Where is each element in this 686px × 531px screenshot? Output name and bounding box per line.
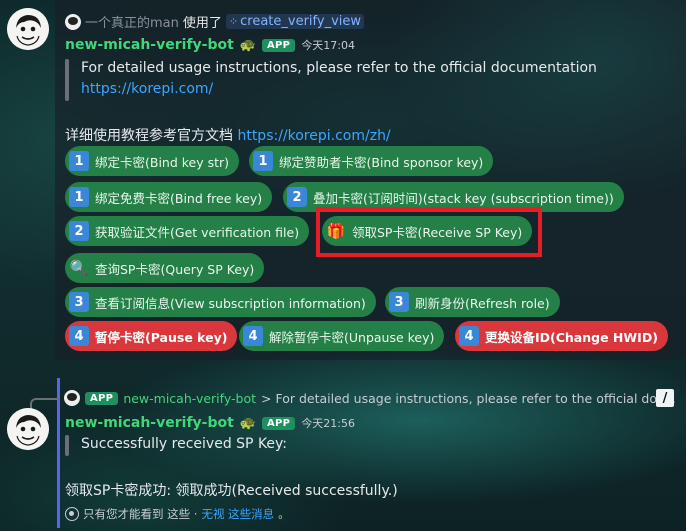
message-header: new-micah-verify-bot 🐢 APP 今天17:04 [65,37,355,53]
timestamp[interactable]: 今天21:56 [301,415,355,431]
button-label: 获取验证文件(Get verification file) [95,224,300,240]
pause-key-button[interactable]: 4 暂停卡密(Pause key) [65,321,238,351]
reply-snippet[interactable]: > For detailed usage instructions, pleas… [261,391,676,406]
quote-line: Successfully received SP Key: [81,436,288,452]
keycap-2-icon: 2 [287,187,307,207]
button-label: 绑定赞助者卡密(Bind sponsor key) [279,154,484,170]
quote-bar [65,435,69,456]
dismiss-link[interactable]: 无视 这些消息 [201,506,274,522]
get-verification-file-button[interactable]: 2 获取验证文件(Get verification file) [65,216,310,246]
app-tag: APP [262,38,296,52]
eye-icon [65,507,79,521]
button-label: 刷新身份(Refresh role) [415,295,550,311]
bot-mini-avatar [64,390,80,406]
button-label: 叠加卡密(订阅时间)(stack key (subscription time)… [313,190,614,206]
turtle-icon: 🐢 [239,37,256,53]
reply-bot-name[interactable]: new-micah-verify-bot [123,391,256,406]
keycap-1-icon: 1 [69,187,89,207]
reply-reference[interactable]: APP new-micah-verify-bot > For detailed … [64,390,676,406]
bot-name[interactable]: new-micah-verify-bot [65,37,234,53]
magnifier-icon: 🔍 [69,259,89,277]
highlight-box [316,207,542,257]
bot-avatar[interactable] [7,408,49,450]
button-label: 更换设备ID(Change HWID) [485,329,658,345]
invoking-user[interactable]: 一个真正的man [85,12,179,31]
button-label: 绑定免费卡密(Bind free key) [95,190,263,206]
body-text: 详细使用教程参考官方文档 [65,128,238,144]
ephemeral-suffix: 。 [278,507,290,521]
bind-sponsor-key-button[interactable]: 1 绑定赞助者卡密(Bind sponsor key) [249,146,494,176]
reply-app-tag: APP [85,391,119,405]
slash-command[interactable]: ⁘ create_verify_view [225,14,365,29]
command-icon: ⁘ [228,15,239,28]
avatar-face-icon [7,408,49,450]
user-mini-avatar [65,13,81,30]
view-subscription-button[interactable]: 3 查看订阅信息(View subscription information) [65,287,376,317]
refresh-role-button[interactable]: 3 刷新身份(Refresh role) [385,287,560,317]
change-hwid-button[interactable]: 4 更换设备ID(Change HWID) [455,321,668,351]
command-name: create_verify_view [240,14,362,29]
keycap-3-icon: 3 [389,292,409,312]
keycap-1-icon: 1 [69,151,89,171]
ephemeral-text: 只有您才能看到 这些 · [83,507,198,521]
bind-key-button[interactable]: 1 绑定卡密(Bind key str) [65,146,240,176]
bot-avatar[interactable] [7,8,49,50]
docs-link-zh[interactable]: https://korepi.com/zh/ [237,128,390,144]
button-label: 暂停卡密(Pause key) [95,329,228,345]
ephemeral-notice: 只有您才能看到 这些 · 无视 这些消息 。 [65,506,290,522]
slash-command-icon: / [656,389,674,407]
button-label: 查询SP卡密(Query SP Key) [95,261,255,277]
keycap-1-icon: 1 [253,151,273,171]
used-text: 使用了 [182,16,222,31]
docs-link[interactable]: https://korepi.com/ [81,81,213,97]
result-text: 领取SP卡密成功: 领取成功(Received successfully.) [65,483,398,499]
timestamp[interactable]: 今天17:04 [301,37,355,53]
avatar-face-icon [7,8,49,50]
app-tag: APP [262,416,296,430]
query-sp-key-button[interactable]: 🔍 查询SP卡密(Query SP Key) [65,253,265,283]
bind-free-key-button[interactable]: 1 绑定免费卡密(Bind free key) [65,182,273,212]
bot-name[interactable]: new-micah-verify-bot [65,415,234,431]
button-label: 解除暂停卡密(Unpause key) [269,329,435,345]
keycap-2-icon: 2 [69,221,89,241]
button-label: 查看订阅信息(View subscription information) [95,295,366,311]
keycap-4-icon: 4 [243,326,263,346]
button-label: 绑定卡密(Bind key str) [95,154,230,170]
keycap-4-icon: 4 [69,326,89,346]
message-body: 详细使用教程参考官方文档 https://korepi.com/zh/ [65,125,391,145]
quote-line: For detailed usage instructions, please … [81,60,597,76]
keycap-3-icon: 3 [69,292,89,312]
message-header: new-micah-verify-bot 🐢 APP 今天21:56 [65,415,355,431]
turtle-icon: 🐢 [239,415,256,431]
unpause-key-button[interactable]: 4 解除暂停卡密(Unpause key) [239,321,445,351]
keycap-4-icon: 4 [459,326,479,346]
quote-bar [65,59,69,101]
command-invocation[interactable]: 一个真正的man 使用了 ⁘ create_verify_view [65,12,365,31]
